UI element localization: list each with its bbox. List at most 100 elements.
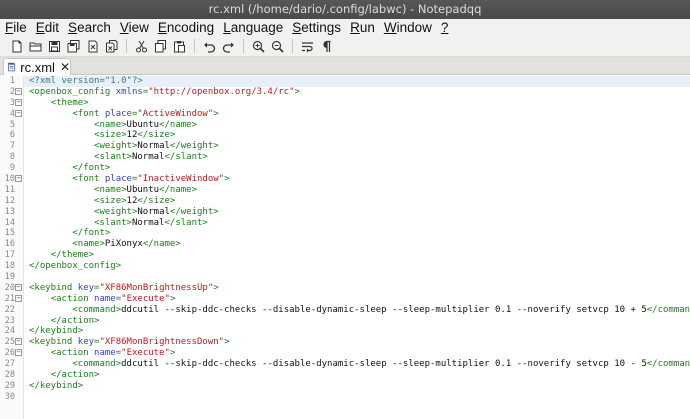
code-line[interactable]: 3 <theme> bbox=[10, 97, 690, 109]
zoom-out-button[interactable] bbox=[269, 38, 285, 54]
new-file-icon bbox=[12, 40, 21, 52]
menu-mnemonic: R bbox=[350, 20, 360, 35]
fold-toggle-icon[interactable] bbox=[15, 349, 22, 357]
fold-toggle-icon[interactable] bbox=[15, 283, 22, 291]
copy-button[interactable] bbox=[152, 38, 168, 54]
menu-file[interactable]: File bbox=[5, 19, 27, 36]
line-text: <slant>Normal</slant> bbox=[29, 152, 208, 163]
menu-language[interactable]: Language bbox=[223, 19, 283, 36]
line-text: </keybind> bbox=[29, 381, 83, 392]
word-wrap-icon bbox=[301, 41, 313, 52]
cut-button[interactable] bbox=[133, 38, 149, 54]
token-tag: <action bbox=[50, 293, 95, 304]
undo-button[interactable] bbox=[201, 38, 217, 54]
token-tag: <openbox_config bbox=[29, 86, 116, 97]
code-line[interactable]: 5 <name>Ubuntu</name> bbox=[10, 120, 690, 131]
fold-toggle-icon[interactable] bbox=[15, 175, 22, 183]
code-line[interactable]: 1 <?xml version="1.0"?> bbox=[10, 76, 690, 87]
menu-settings[interactable]: Settings bbox=[292, 19, 341, 36]
menu-window[interactable]: Window bbox=[384, 19, 432, 36]
paste-button[interactable] bbox=[171, 38, 187, 54]
token-tag: </name> bbox=[159, 184, 197, 195]
code-line[interactable]: 11 <name>Ubuntu</name> bbox=[5, 185, 690, 196]
code-line[interactable]: 22 <command>ddcutil --skip-ddc-checks --… bbox=[5, 305, 690, 316]
token-tag: <weight> bbox=[94, 141, 138, 152]
tab-rc-xml[interactable]: rc.xml ✕ bbox=[3, 58, 71, 75]
code-line[interactable]: 10 <font place="InactiveWindow"> bbox=[5, 174, 690, 185]
token-tag: <command> bbox=[72, 359, 122, 370]
code-line[interactable]: 20 <keybind key="XF86MonBrightnessUp"> bbox=[5, 282, 690, 294]
code-line[interactable]: 24 </keybind> bbox=[5, 326, 690, 337]
show-whitespace-button[interactable] bbox=[318, 38, 334, 54]
code-line[interactable]: 26 <action name="Execute"> bbox=[5, 348, 690, 359]
code-line[interactable]: 19 bbox=[5, 272, 690, 283]
code-editor[interactable]: 1 <?xml version="1.0"?> 2 <openbox_config x… bbox=[0, 76, 690, 419]
word-wrap-button[interactable] bbox=[299, 38, 315, 54]
code-line[interactable]: 14 <slant>Normal</slant> bbox=[5, 217, 690, 229]
code-line[interactable]: 4 <font place="ActiveWindow"> bbox=[10, 109, 690, 120]
token-text: ddcutil --skip-ddc-checks --disable-dyna… bbox=[121, 359, 647, 370]
menu-label: ncoding bbox=[166, 20, 215, 35]
fold-toggle-icon[interactable] bbox=[15, 338, 22, 346]
line-text: <name>Ubuntu</name> bbox=[29, 185, 197, 196]
new-file-button[interactable] bbox=[8, 38, 24, 54]
line-number: 4 bbox=[9, 108, 15, 119]
code-line[interactable]: 21 <action name="Execute"> bbox=[5, 293, 690, 305]
fold-toggle-icon[interactable] bbox=[15, 98, 22, 106]
code-line[interactable]: 2 <openbox_config xmlns="http://openbox.o… bbox=[10, 86, 690, 98]
menu-mnemonic: S bbox=[68, 20, 78, 35]
menu-view[interactable]: View bbox=[120, 19, 149, 36]
code-line[interactable]: 8 <slant>Normal</slant> bbox=[10, 152, 690, 163]
line-number: 13 bbox=[4, 206, 15, 217]
code-line[interactable]: 7 <weight>Normal</weight> bbox=[10, 141, 690, 152]
token-tag: > bbox=[294, 86, 300, 97]
code-line[interactable]: 17 </theme> bbox=[5, 250, 690, 261]
code-line[interactable]: 6 <size>12</size> bbox=[10, 130, 690, 141]
token-tag: <size> bbox=[94, 130, 127, 141]
fold-toggle-icon[interactable] bbox=[15, 109, 22, 117]
token-attr: name bbox=[94, 348, 116, 359]
fold-toggle-icon[interactable] bbox=[15, 87, 22, 95]
code-line[interactable]: 16 <name>PiXonyx</name> bbox=[5, 239, 690, 250]
token-tag: <theme> bbox=[50, 97, 89, 108]
zoom-in-button[interactable] bbox=[250, 38, 266, 54]
fold-toggle-icon[interactable] bbox=[15, 294, 22, 302]
code-line[interactable]: 12 <size>12</size> bbox=[5, 196, 690, 207]
line-number: 24 bbox=[4, 326, 15, 337]
save-button[interactable] bbox=[46, 38, 62, 54]
code-line[interactable]: 30 bbox=[5, 392, 690, 403]
line-text: </keybind> bbox=[29, 326, 83, 337]
code-line[interactable]: 15 </font> bbox=[5, 228, 690, 239]
code-area[interactable]: 1 <?xml version="1.0"?> 2 <openbox_config x… bbox=[5, 76, 690, 403]
menu-edit[interactable]: Edit bbox=[36, 19, 59, 36]
close-all-button[interactable] bbox=[103, 38, 119, 54]
save-icon bbox=[48, 40, 60, 52]
tab-close-icon[interactable]: ✕ bbox=[60, 61, 70, 73]
menu-run[interactable]: Run bbox=[350, 19, 375, 36]
line-number: 9 bbox=[9, 163, 15, 174]
close-file-button[interactable] bbox=[84, 38, 100, 54]
code-line[interactable]: 28 </action> bbox=[5, 370, 690, 381]
code-line[interactable]: 13 <weight>Normal</weight> bbox=[5, 207, 690, 218]
token-tag: <slant> bbox=[94, 217, 132, 228]
line-number: 11 bbox=[4, 184, 15, 195]
open-file-button[interactable] bbox=[27, 38, 43, 54]
undo-icon bbox=[203, 42, 215, 53]
token-text: Ubuntu bbox=[126, 184, 160, 195]
code-line[interactable]: 25 <keybind key="XF86MonBrightnessDown"> bbox=[5, 337, 690, 348]
code-line[interactable]: 18 </openbox_config> bbox=[5, 261, 690, 272]
code-line[interactable]: 23 </action> bbox=[5, 316, 690, 327]
code-line[interactable]: 9 </font> bbox=[10, 163, 690, 174]
code-line[interactable]: 29 </keybind> bbox=[5, 381, 690, 392]
code-line[interactable]: 27 <command>ddcutil --skip-ddc-checks --… bbox=[5, 359, 690, 370]
token-attr: key bbox=[77, 282, 95, 293]
menu-encoding[interactable]: Encoding bbox=[158, 19, 214, 36]
menu-search[interactable]: Search bbox=[68, 19, 111, 36]
redo-button[interactable] bbox=[220, 38, 236, 54]
window-title: rc.xml (/home/dario/.config/labwc) - Not… bbox=[0, 0, 690, 19]
menu-help[interactable]: ? bbox=[441, 19, 449, 36]
line-number: 29 bbox=[4, 380, 15, 391]
save-all-button[interactable] bbox=[65, 38, 81, 54]
